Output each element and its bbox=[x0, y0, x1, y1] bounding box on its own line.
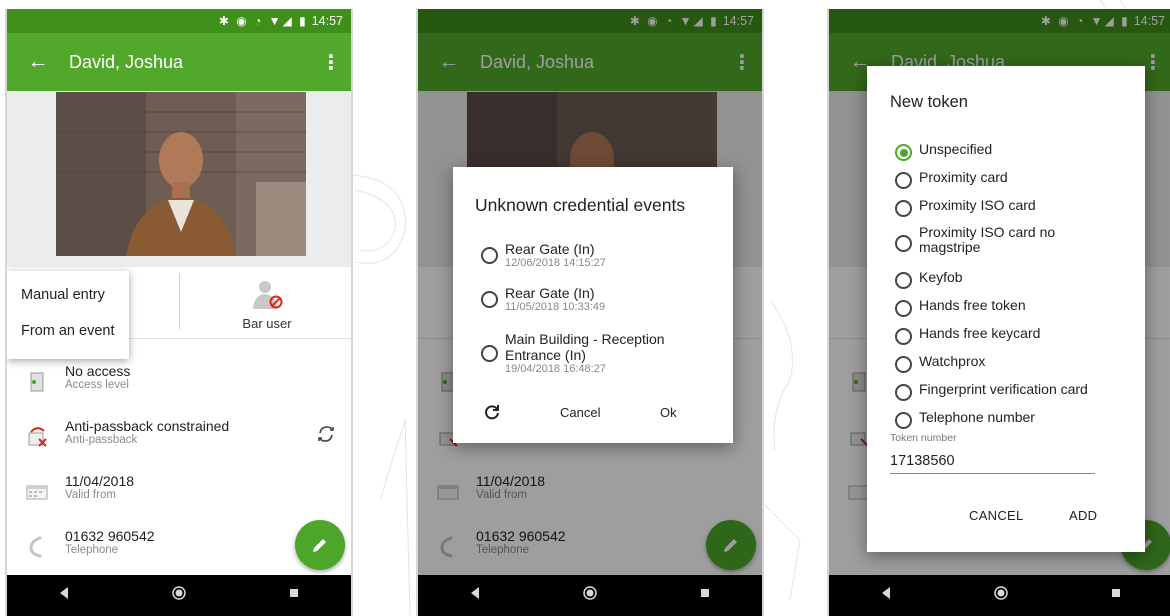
edit-fab-button[interactable] bbox=[295, 520, 345, 570]
access-level-label: Access level bbox=[65, 379, 129, 391]
event-name: Rear Gate (In) bbox=[505, 241, 595, 257]
token-type-label: Proximity ISO card no magstripe bbox=[919, 224, 1056, 255]
antipassback-row[interactable]: Anti-passback constrained Anti-passback bbox=[7, 419, 351, 469]
token-type-label: Fingerprint verification card bbox=[919, 381, 1088, 397]
antipassback-icon bbox=[25, 425, 49, 449]
new-token-dialog: New token Unspecified Proximity card Pro… bbox=[867, 66, 1145, 552]
radio-button[interactable] bbox=[481, 345, 498, 362]
phone-icon bbox=[25, 535, 49, 559]
system-nav-bar bbox=[829, 575, 1170, 616]
nav-recents-icon[interactable] bbox=[264, 585, 324, 606]
token-type-label: Hands free keycard bbox=[919, 325, 1041, 341]
phone-screen-person-detail: ✱ ◉ ◔ ▼◢ ▮ 14:57 ← David, Joshua ⋮ Bar u… bbox=[5, 9, 353, 616]
status-bar: ✱ ◉ ◔ ▼◢ ▮ 14:57 bbox=[7, 9, 351, 33]
radio-button[interactable] bbox=[895, 172, 912, 189]
radio-button[interactable] bbox=[481, 291, 498, 308]
radio-button[interactable] bbox=[895, 235, 912, 252]
nav-home-icon[interactable] bbox=[149, 585, 209, 606]
phone-screen-new-token-dialog: ✱ ◉ ◔ ▼◢ ▮ 14:57 ← David, Joshua ⋮ New t… bbox=[827, 9, 1170, 616]
valid-from-row[interactable]: 11/04/2018 Valid from bbox=[7, 474, 351, 524]
nav-back-icon[interactable] bbox=[34, 585, 94, 606]
status-icons: ✱ ◉ ◔ ▼◢ ▮ bbox=[218, 14, 308, 28]
event-date: 12/06/2018 14:15:27 bbox=[505, 257, 606, 269]
radio-button[interactable] bbox=[895, 412, 912, 429]
token-type-label: Keyfob bbox=[919, 269, 963, 285]
radio-button-selected[interactable] bbox=[895, 144, 912, 161]
nav-recents-icon[interactable] bbox=[675, 585, 735, 606]
radio-button[interactable] bbox=[481, 247, 498, 264]
nav-back-icon[interactable] bbox=[856, 585, 916, 606]
token-type-label: Telephone number bbox=[919, 409, 1035, 425]
person-photo bbox=[56, 92, 306, 256]
calendar-icon bbox=[25, 480, 49, 504]
menu-item-from-event[interactable]: From an event bbox=[7, 321, 129, 357]
door-icon bbox=[25, 370, 49, 394]
refresh-icon[interactable] bbox=[483, 403, 501, 421]
page-title: David, Joshua bbox=[69, 51, 184, 72]
radio-button[interactable] bbox=[895, 384, 912, 401]
access-level-row[interactable]: No access Access level bbox=[7, 364, 351, 414]
token-type-label: Proximity ISO card bbox=[919, 197, 1036, 213]
ok-button[interactable]: Ok bbox=[660, 405, 677, 420]
valid-from-label: Valid from bbox=[65, 489, 116, 501]
antipassback-label: Anti-passback bbox=[65, 434, 138, 446]
system-nav-bar bbox=[7, 575, 351, 616]
telephone-label: Telephone bbox=[65, 544, 119, 556]
radio-button[interactable] bbox=[895, 328, 912, 345]
event-date: 11/05/2018 10:33:49 bbox=[505, 301, 606, 313]
radio-button[interactable] bbox=[895, 300, 912, 317]
overflow-menu-icon[interactable]: ⋮ bbox=[311, 50, 351, 75]
token-number-input[interactable] bbox=[890, 448, 1095, 474]
telephone-value: 01632 960542 bbox=[65, 528, 155, 544]
reset-sync-icon[interactable] bbox=[315, 423, 337, 445]
cancel-button[interactable]: CANCEL bbox=[969, 508, 1024, 523]
nav-recents-icon[interactable] bbox=[1086, 585, 1146, 606]
token-type-label: Proximity card bbox=[919, 169, 1008, 185]
event-name: Rear Gate (In) bbox=[505, 285, 595, 301]
token-type-label: Hands free token bbox=[919, 297, 1026, 313]
event-name: Main Building - Reception Entrance (In) bbox=[505, 331, 665, 363]
dialog-title: Unknown credential events bbox=[475, 195, 686, 215]
bar-user-icon bbox=[253, 281, 283, 309]
nav-home-icon[interactable] bbox=[971, 585, 1031, 606]
bar-user-tab[interactable]: Bar user bbox=[197, 279, 337, 331]
add-button[interactable]: ADD bbox=[1069, 508, 1097, 523]
antipassback-value: Anti-passback constrained bbox=[65, 418, 230, 434]
phone-screen-events-dialog: ✱ ◉ ◔ ▼◢ ▮ 14:57 ← David, Joshua ⋮ 11/04… bbox=[416, 9, 764, 616]
system-nav-bar bbox=[418, 575, 762, 616]
radio-button[interactable] bbox=[895, 272, 912, 289]
access-level-value: No access bbox=[65, 363, 131, 379]
token-type-label: Watchprox bbox=[919, 353, 986, 369]
event-date: 19/04/2018 16:48:27 bbox=[505, 363, 606, 375]
token-number-label: Token number bbox=[890, 432, 957, 444]
nav-back-icon[interactable] bbox=[445, 585, 505, 606]
add-token-popup-menu: Manual entry From an event bbox=[7, 271, 129, 359]
token-type-label: Unspecified bbox=[919, 141, 993, 157]
pencil-icon bbox=[313, 539, 326, 552]
status-time: 14:57 bbox=[311, 14, 343, 28]
valid-from-value: 11/04/2018 bbox=[65, 473, 135, 489]
nav-home-icon[interactable] bbox=[560, 585, 620, 606]
unknown-credential-events-dialog: Unknown credential events Rear Gate (In)… bbox=[453, 167, 733, 443]
tab-divider bbox=[179, 273, 180, 329]
dialog-title: New token bbox=[890, 93, 968, 111]
radio-button[interactable] bbox=[895, 356, 912, 373]
back-arrow-icon[interactable]: ← bbox=[7, 50, 69, 74]
photo-area bbox=[7, 91, 351, 267]
bar-user-label: Bar user bbox=[242, 316, 292, 331]
radio-button[interactable] bbox=[895, 200, 912, 217]
menu-item-manual-entry[interactable]: Manual entry bbox=[7, 285, 129, 321]
cancel-button[interactable]: Cancel bbox=[560, 405, 600, 420]
app-bar: ← David, Joshua ⋮ bbox=[7, 33, 351, 91]
